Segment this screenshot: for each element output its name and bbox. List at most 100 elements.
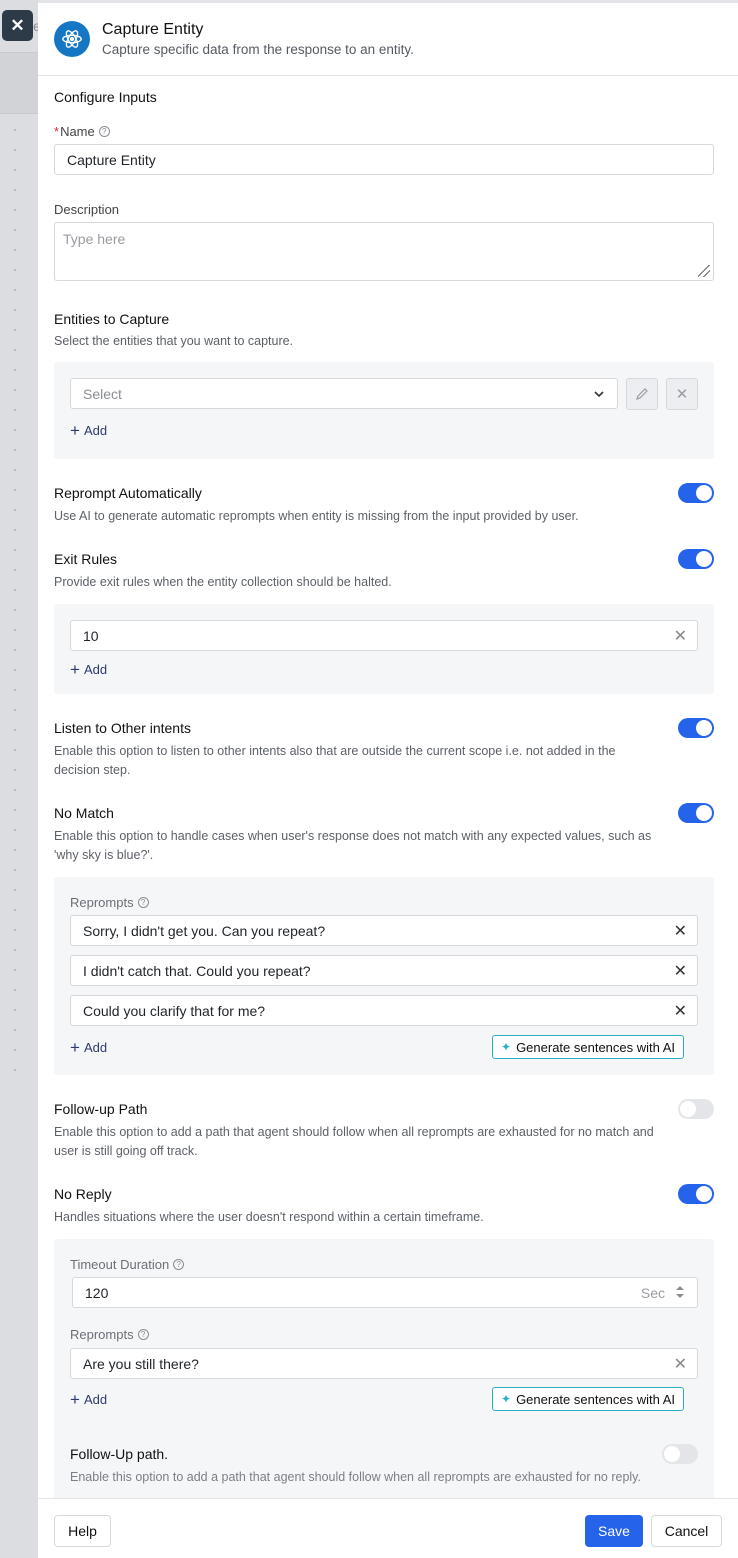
entity-select[interactable]: Select [70, 378, 618, 409]
help-icon[interactable]: ? [173, 1259, 185, 1270]
pencil-icon [636, 388, 648, 400]
no-reply-followup-desc: Enable this option to add a path that ag… [70, 1470, 641, 1484]
timeout-input[interactable]: 120 Sec [72, 1277, 698, 1308]
exit-rules-desc: Provide exit rules when the entity colle… [54, 575, 392, 589]
no-match-title: No Match [54, 805, 114, 821]
no-match-toggle[interactable] [678, 803, 714, 823]
timeout-unit: Sec [640, 1284, 665, 1301]
no-reply-toggle[interactable] [678, 1184, 714, 1204]
listen-other-toggle[interactable] [678, 718, 714, 738]
entities-title: Entities to Capture [54, 311, 170, 327]
no-match-desc-1: Enable this option to handle cases when … [54, 829, 652, 843]
required-mark: * [54, 124, 60, 139]
timeout-value: 120 [85, 1284, 109, 1301]
reprompts-label-text: Reprompts [70, 895, 134, 910]
close-icon[interactable]: ✕ [674, 921, 687, 941]
no-reply-box: Timeout Duration ? 120 Sec Reprompts ? A… [54, 1239, 714, 1501]
entity-select-placeholder: Select [83, 385, 122, 402]
background-grid [14, 120, 16, 1080]
drawer-subtitle: Capture specific data from the response … [102, 42, 414, 57]
resize-handle-icon[interactable] [698, 265, 710, 277]
reprompt-text: Could you clarify that for me? [83, 1002, 266, 1019]
no-match-reprompt-input[interactable]: Sorry, I didn't get you. Can you repeat?… [70, 915, 698, 946]
chevron-down-icon [593, 387, 605, 403]
close-icon[interactable]: ✕ [674, 1001, 687, 1021]
close-drawer-button[interactable]: ✕ [2, 10, 33, 41]
edit-entity-button[interactable] [626, 378, 658, 410]
plus-icon: + [70, 1390, 80, 1409]
timeout-label: Timeout Duration ? [70, 1257, 185, 1272]
entities-desc: Select the entities that you want to cap… [54, 334, 294, 348]
no-reply-desc: Handles situations where the user doesn'… [54, 1210, 484, 1224]
generate-ai-button[interactable]: ✦ Generate sentences with AI [492, 1035, 685, 1059]
background-toolbar [0, 52, 38, 114]
no-reply-reprompt-input[interactable]: Are you still there? ✕ [70, 1348, 698, 1379]
reprompt-auto-desc: Use AI to generate automatic reprompts w… [54, 509, 579, 523]
add-entity-label: Add [83, 423, 108, 438]
description-textarea[interactable]: Type here [54, 222, 714, 281]
add-no-reply-reprompt-link[interactable]: + Add [70, 1390, 108, 1409]
exit-rules-box: 10 ✕ + Add [54, 604, 714, 694]
help-icon[interactable]: ? [98, 126, 110, 137]
save-button[interactable]: Save [585, 1515, 643, 1547]
generate-ai-button[interactable]: ✦ Generate sentences with AI [492, 1387, 685, 1411]
reprompt-auto-title: Reprompt Automatically [54, 485, 202, 501]
add-entity-link[interactable]: + Add [70, 421, 108, 440]
name-label-text: Name [60, 124, 95, 139]
sparkle-icon: ✦ [501, 1392, 512, 1406]
help-button[interactable]: Help [54, 1515, 111, 1547]
no-reply-followup-toggle[interactable] [662, 1444, 698, 1464]
atom-icon [54, 21, 90, 57]
description-label: Description [54, 202, 120, 217]
background-app [0, 0, 38, 1558]
add-exit-rule-label: Add [83, 662, 108, 677]
generate-ai-label: Generate sentences with AI [516, 1391, 676, 1407]
name-label: * Name ? [54, 124, 110, 139]
followup-path-toggle[interactable] [678, 1099, 714, 1119]
remove-entity-button[interactable]: ✕ [666, 378, 698, 410]
drawer-footer: Help Save Cancel [38, 1498, 738, 1558]
followup-path-title: Follow-up Path [54, 1101, 148, 1117]
exit-rules-title: Exit Rules [54, 551, 118, 567]
close-icon[interactable]: ✕ [674, 961, 687, 981]
clear-exit-rule-icon[interactable]: ✕ [674, 626, 687, 646]
plus-icon: + [70, 660, 80, 679]
reprompt-text: I didn't catch that. Could you repeat? [83, 962, 311, 979]
configure-inputs-heading: Configure Inputs [54, 89, 157, 105]
no-match-reprompt-input[interactable]: I didn't catch that. Could you repeat? ✕ [70, 955, 698, 986]
reprompt-text: Sorry, I didn't get you. Can you repeat? [83, 922, 326, 939]
sparkle-icon: ✦ [501, 1040, 512, 1054]
drawer-title: Capture Entity [102, 21, 204, 38]
cancel-button[interactable]: Cancel [651, 1515, 722, 1547]
entities-box: Select ✕ + Add [54, 362, 714, 459]
add-reprompt-label: Add [83, 1392, 108, 1407]
add-reprompt-label: Add [83, 1040, 108, 1055]
no-match-desc-2: 'why sky is blue?'. [54, 848, 154, 862]
timeout-label-text: Timeout Duration [70, 1257, 170, 1272]
exit-rule-input[interactable]: 10 ✕ [70, 620, 698, 651]
exit-rule-value: 10 [83, 627, 99, 644]
generate-ai-label: Generate sentences with AI [516, 1039, 676, 1055]
listen-other-desc-1: Enable this option to listen to other in… [54, 744, 616, 758]
help-icon[interactable]: ? [137, 1329, 149, 1340]
no-match-box: Reprompts ? Sorry, I didn't get you. Can… [54, 877, 714, 1075]
no-match-reprompt-input[interactable]: Could you clarify that for me? ✕ [70, 995, 698, 1026]
close-icon[interactable]: ✕ [674, 1354, 687, 1374]
help-icon[interactable]: ? [137, 897, 149, 908]
exit-rules-toggle[interactable] [678, 549, 714, 569]
no-reply-title: No Reply [54, 1186, 112, 1202]
drawer-header: Capture Entity Capture specific data fro… [38, 3, 738, 76]
reprompt-auto-toggle[interactable] [678, 483, 714, 503]
listen-other-title: Listen to Other intents [54, 720, 191, 736]
description-placeholder: Type here [63, 231, 126, 247]
name-input[interactable]: Capture Entity [54, 144, 714, 175]
stepper-icon[interactable] [675, 1284, 685, 1303]
reprompts-label-text: Reprompts [70, 1327, 134, 1342]
close-icon: ✕ [675, 386, 689, 403]
add-exit-rule-link[interactable]: + Add [70, 660, 108, 679]
reprompt-text: Are you still there? [83, 1355, 199, 1372]
plus-icon: + [70, 421, 80, 440]
followup-path-desc-1: Enable this option to add a path that ag… [54, 1125, 654, 1139]
add-no-match-reprompt-link[interactable]: + Add [70, 1039, 108, 1056]
no-reply-reprompts-label: Reprompts ? [70, 1327, 149, 1342]
